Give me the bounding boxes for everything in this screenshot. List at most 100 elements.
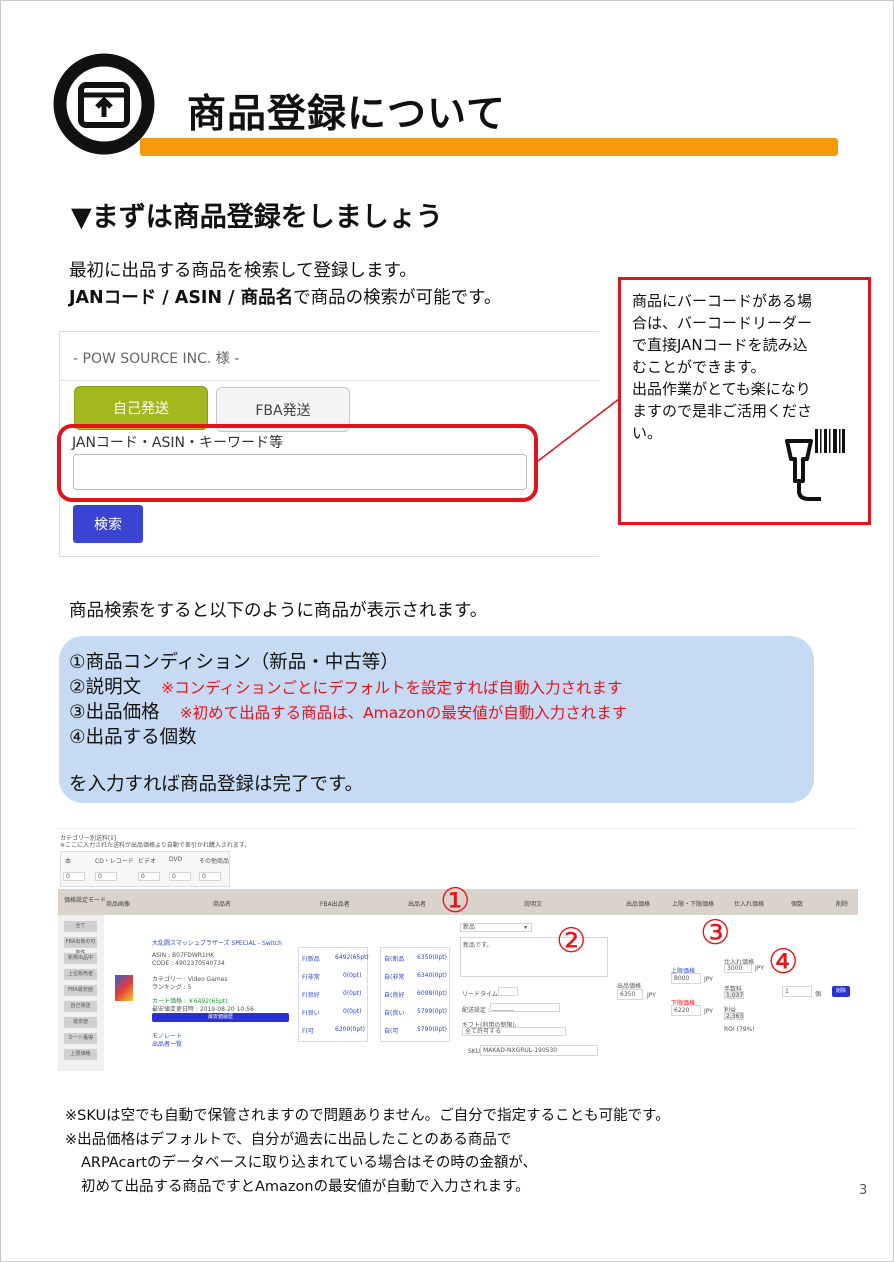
seller-row-label: 自(可 [384, 1028, 399, 1035]
roi-text: ROI (79%) [724, 1026, 755, 1033]
category-header: 本 [65, 858, 72, 865]
sku-input[interactable]: MAKAD-NXGRUL-190530 [480, 1045, 598, 1056]
mode-button[interactable]: FBA最安値 [64, 985, 97, 996]
steps-box: ①商品コンディション（新品・中古等） ②説明文 ※コンディションごとにデフォルトを… [59, 636, 814, 803]
search-button[interactable]: 検索 [73, 505, 143, 543]
intro-bold: JANコード / ASIN / 商品名 [69, 288, 294, 308]
product-ranking: ランキング : 5 [152, 984, 192, 991]
quantity-unit: 個 [815, 991, 822, 998]
price-input[interactable]: 6350 [617, 989, 643, 1000]
mode-button[interactable]: 自己発送 [64, 1001, 97, 1012]
category-input[interactable]: 0 [138, 872, 160, 881]
barcode-note: 商品にバーコードがある場 合は、バーコードリーダー で直接JANコードを読み込 … [618, 277, 871, 525]
result-intro: 商品検索をすると以下のように商品が表示されます。 [69, 601, 488, 621]
barcode-scanner-icon [785, 429, 845, 501]
col-header: 説明文 [524, 901, 543, 908]
lower-currency: JPY [704, 1008, 713, 1015]
seller-row-value: 6340(0pt) [417, 972, 447, 979]
footnote-line: 初めて出品する商品ですとAmazonの最安値が自動で入力されます。 [81, 1178, 530, 1195]
mode-button[interactable]: FBA出荷の可能性 [64, 937, 97, 956]
mode-button[interactable]: 上限価格 [64, 1049, 97, 1060]
profit-value: 2,363 [724, 1012, 744, 1020]
product-title[interactable]: 大乱闘スマッシュブラザーズ SPECIAL - Switch [152, 938, 282, 947]
lead-time-label: リードタイム : [462, 991, 502, 998]
col-header: 上限・下限価格 [672, 901, 715, 908]
mode-button[interactable]: 上位販売者 [64, 969, 97, 980]
note-line: むことができます。 [632, 358, 766, 376]
page-title: 商品登録について [187, 92, 506, 137]
last-change: 最安値変更日時 : 2019-08-20 10:56 [152, 1006, 254, 1013]
shipping-select[interactable] [490, 1003, 560, 1012]
search-highlight [57, 424, 538, 502]
category-header: ビデオ [138, 858, 157, 865]
category-input[interactable]: 0 [169, 872, 191, 881]
category-input[interactable]: 0 [63, 872, 85, 881]
product-code: CODE : 4902370540734 [152, 960, 225, 967]
fee-value: 1,037 [724, 991, 744, 999]
col-header: 出品者 [408, 901, 427, 908]
mode-button[interactable]: 新規出品中 [64, 953, 97, 964]
marker-2: ② [556, 921, 587, 961]
step-4: ④出品する個数 [69, 727, 197, 748]
fba-row-label: F(非常 [302, 974, 320, 981]
intro-text: 最初に出品する商品を検索して登録します。 JANコード / ASIN / 商品名… [69, 258, 501, 312]
page-number: 3 [859, 1183, 868, 1198]
history-button[interactable]: 最安値履歴 [152, 1013, 289, 1022]
fba-row-label: F(良い [302, 1010, 320, 1017]
mode-button[interactable]: 全て [64, 921, 97, 932]
step-2: ②説明文 ※コンディションごとにデフォルトを設定すれば自動入力されます [69, 673, 623, 699]
section-heading: ▼まずは商品登録をしましょう [71, 202, 443, 233]
col-header: 削除 [836, 901, 849, 908]
seller-row-value: 6350(0pt) [417, 954, 447, 961]
step-3: ③出品価格 ※初めて出品する商品は、Amazonの最安値が自動入力されます [69, 698, 627, 724]
step-3-label: ③出品価格 [69, 702, 160, 723]
condition-select[interactable]: 新品 [460, 923, 532, 932]
mode-button[interactable]: カート獲得 [64, 1033, 97, 1044]
fba-row-value: 6200(0pt) [335, 1026, 365, 1033]
product-asin: ASIN : B07FDWR1HK [152, 952, 215, 959]
footnote-line: ARPAcartのデータベースに取り込まれている場合はその時の金額が、 [81, 1155, 538, 1171]
callout-line [537, 398, 620, 462]
col-header: FBA出品者 [320, 901, 350, 908]
mode-button[interactable]: 最安値 [64, 1017, 97, 1028]
fba-row-value: 6492(65pt) [335, 954, 369, 961]
note-line: 合は、バーコードリーダー [632, 314, 813, 332]
seller-row-value: 5790(0pt) [417, 1026, 447, 1033]
delete-button[interactable]: 削除 [832, 986, 850, 997]
steps-done: を入力すれば商品登録は完了です。 [69, 774, 364, 795]
fba-row-label: F(可 [302, 1028, 314, 1035]
seller-row-value: 6098(0pt) [417, 990, 447, 997]
note-text: 商品にバーコードがある場 合は、バーコードリーダー で直接JANコードを読み込 … [632, 290, 862, 444]
title-underline [140, 138, 838, 156]
gift-select[interactable]: 全て許可する [462, 1027, 566, 1036]
lower-input[interactable]: 6220 [671, 1005, 701, 1016]
intro-line-2: JANコード / ASIN / 商品名で商品の検索が可能です。 [69, 285, 501, 312]
category-header: その他商品 [199, 858, 230, 865]
quantity-input[interactable]: 1 [782, 986, 812, 997]
col-header: 価格設定モード [64, 897, 107, 904]
chevron-down-icon: ▾ [524, 924, 528, 931]
marker-1: ① [440, 881, 471, 921]
col-header: 出品価格 [626, 901, 651, 908]
category-input[interactable]: 0 [199, 872, 221, 881]
step-1: ①商品コンディション（新品・中古等） [69, 652, 399, 673]
intro-line-1: 最初に出品する商品を検索して登録します。 [69, 261, 417, 281]
upper-input[interactable]: 8000 [671, 973, 701, 984]
listing-screenshot: カテゴリー別送料[ii] ※ここに入力された送料が出品価格より自動で差引かれ購入… [58, 828, 858, 1071]
step-2-note: ※コンディションごとにデフォルトを設定すれば自動入力されます [161, 679, 623, 697]
category-input[interactable]: 0 [95, 872, 117, 881]
seller-row-label: 自(非常 [384, 974, 405, 981]
price-currency: JPY [647, 992, 656, 999]
category-header: CD・レコード [95, 858, 134, 865]
cost-input[interactable]: 3000 [724, 964, 752, 973]
fba-row-value: 0(0pt) [343, 990, 362, 997]
marker-3: ③ [700, 913, 731, 953]
footnote-line: ※SKUは空でも自動で保管されますので問題ありません。ご自分で指定することも可能… [65, 1108, 670, 1124]
marker-4: ④ [768, 942, 799, 982]
col-header: 個数 [791, 901, 804, 908]
offers-link[interactable]: 出品者一覧 [152, 1039, 182, 1048]
note-line: で直接JANコードを読み込 [632, 336, 808, 354]
self-sellers-table: 自(新品 6350(0pt) 自(非常 6340(0pt) 自(良好 6098(… [380, 947, 450, 1042]
lead-time-select[interactable] [498, 987, 518, 996]
store-name: - POW SOURCE INC. 様 - [73, 351, 240, 367]
